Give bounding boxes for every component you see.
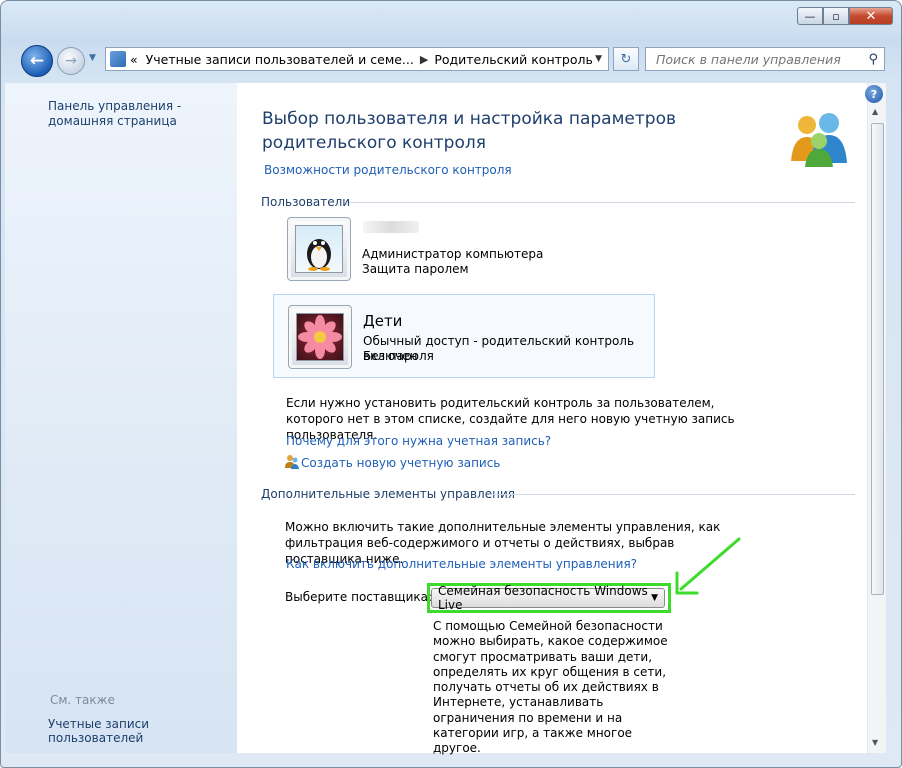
create-account-link[interactable]: Создать новую учетную запись [301, 456, 500, 470]
green-arrow-annotation [675, 537, 741, 595]
user-tile-children[interactable]: Дети Обычный доступ - родительский контр… [273, 294, 655, 378]
flower-avatar-icon [296, 313, 344, 361]
search-box[interactable]: ⚲ [645, 47, 885, 71]
scroll-up-icon[interactable]: ▲ [872, 107, 878, 116]
page-title: Выбор пользователя и настройка параметро… [262, 109, 677, 153]
close-button[interactable]: ✕ [849, 7, 893, 25]
vertical-scrollbar[interactable]: ▲ ▼ [867, 83, 886, 753]
navigation-bar: ← → ▼ « Учетные записи пользователей и с… [1, 41, 901, 81]
sidebar-home-link[interactable]: Панель управления - домашняя страница [48, 99, 233, 129]
back-arrow-icon: ← [29, 51, 45, 71]
provider-selected-value: Семейная безопасность Windows Live [438, 584, 648, 612]
how-enable-link[interactable]: Как включить дополнительные элементы упр… [286, 557, 637, 571]
search-icon[interactable]: ⚲ [868, 52, 878, 67]
back-button[interactable]: ← [21, 45, 53, 77]
forward-arrow-icon: → [65, 53, 77, 69]
penguin-avatar-icon [295, 225, 343, 273]
breadcrumb-accounts[interactable]: Учетные записи пользователей и семе... [146, 52, 414, 67]
create-account-icon[interactable] [284, 454, 300, 470]
select-dropdown-icon: ▼ [651, 593, 658, 603]
breadcrumb-parental-control[interactable]: Родительский контроль [434, 52, 593, 67]
user-picture-frame [287, 217, 351, 281]
user-name: Дети [363, 312, 403, 330]
user-password-status: Защита паролем [362, 262, 469, 276]
user-picture-frame [288, 305, 352, 369]
extra-controls-heading: Дополнительные элементы управления [261, 487, 515, 501]
see-also-heading: См. также [50, 693, 115, 707]
provider-select[interactable]: Семейная безопасность Windows Live ▼ [431, 584, 665, 612]
provider-description: С помощью Семейной безопасности можно вы… [433, 619, 668, 756]
breadcrumb-overflow[interactable]: « [130, 52, 138, 67]
refresh-icon: ↻ [620, 51, 632, 67]
minimize-button[interactable]: — [797, 7, 823, 25]
sidebar: Панель управления - домашняя страница См… [5, 83, 237, 753]
maximize-button[interactable]: ▫ [823, 7, 849, 25]
main-content: Выбор пользователя и настройка параметро… [237, 83, 867, 755]
chevron-down-icon: ▼ [89, 53, 96, 63]
users-divider [349, 202, 855, 203]
user-name-hidden [363, 221, 419, 233]
scrollbar-thumb[interactable] [871, 123, 884, 595]
search-input[interactable] [654, 50, 858, 68]
window-controls: — ▫ ✕ [797, 7, 893, 25]
parental-control-users-icon [791, 113, 847, 167]
help-icon[interactable]: ? [865, 85, 883, 103]
address-bar[interactable]: « Учетные записи пользователей и семе...… [105, 47, 609, 71]
features-link[interactable]: Возможности родительского контроля [264, 163, 512, 177]
sidebar-accounts-link[interactable]: Учетные записи пользователей [48, 717, 237, 745]
why-account-link[interactable]: Почему для этого нужна учетная запись? [286, 434, 551, 448]
users-section-heading: Пользователи [261, 195, 351, 209]
address-dropdown-icon[interactable]: ▼ [595, 54, 602, 64]
provider-label: Выберите поставщика: [285, 590, 433, 604]
extra-controls-divider [489, 494, 855, 495]
refresh-button[interactable]: ↻ [613, 47, 639, 71]
window: — ▫ ✕ ← → ▼ « Учетные записи пользовател… [0, 0, 902, 768]
user-password-status: Без пароля [363, 349, 434, 363]
scroll-down-icon[interactable]: ▼ [872, 738, 878, 747]
recent-pages-dropdown[interactable]: ▼ [89, 53, 101, 65]
user-role: Администратор компьютера [362, 247, 544, 261]
control-panel-icon [110, 51, 126, 67]
breadcrumb-separator-icon[interactable]: ▶ [420, 53, 428, 66]
user-tile-admin[interactable]: Администратор компьютера Защита паролем [273, 213, 655, 283]
forward-button[interactable]: → [57, 47, 85, 75]
